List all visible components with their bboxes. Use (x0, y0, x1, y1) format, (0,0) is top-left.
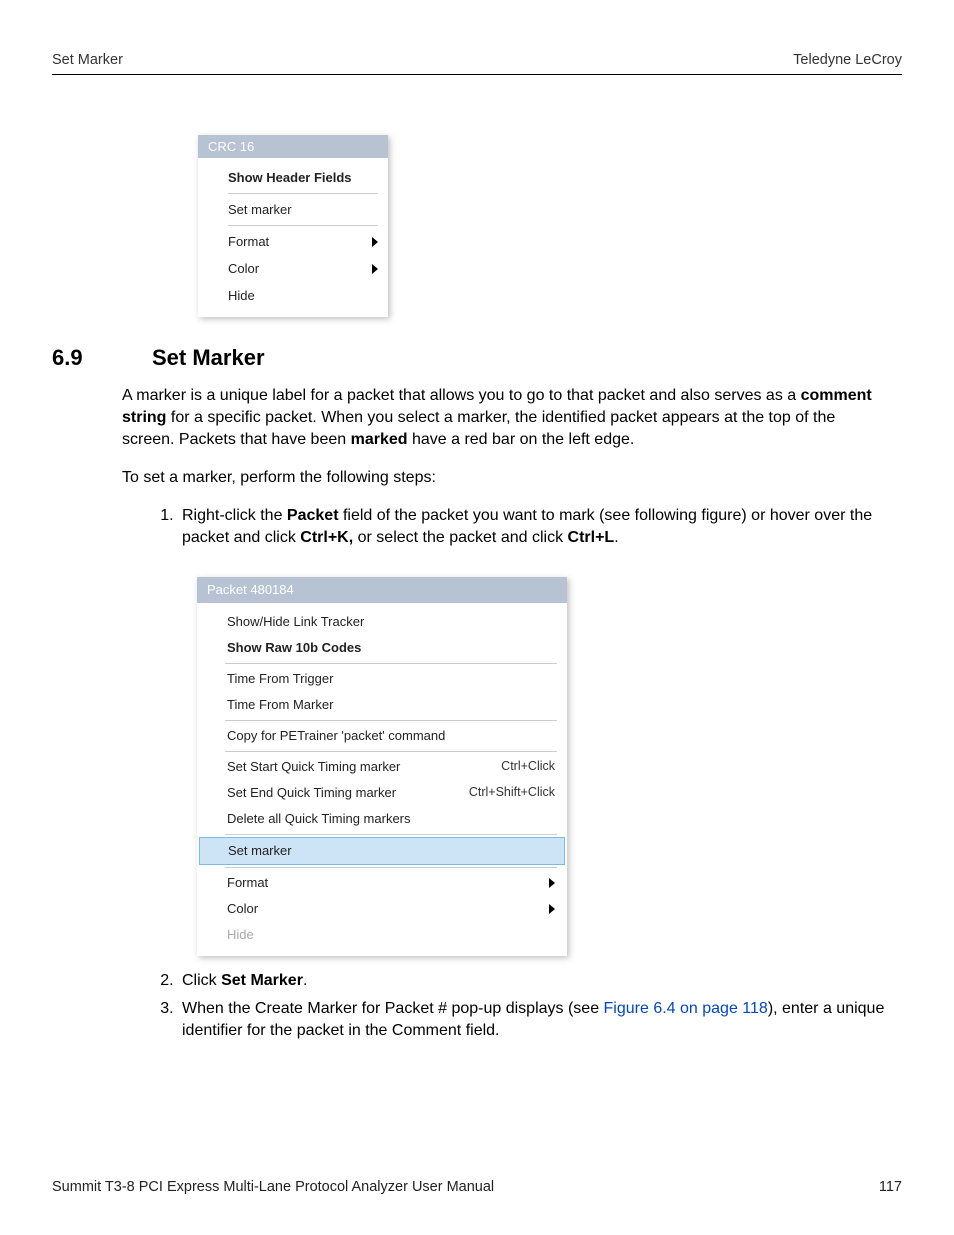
menu-item-label: Copy for PETrainer 'packet' command (227, 727, 445, 745)
menu-item-set-start-quick-timing[interactable]: Set Start Quick Timing marker Ctrl+Click (197, 754, 567, 780)
body-paragraph: To set a marker, perform the following s… (122, 467, 892, 489)
menu-item-label: Set marker (228, 202, 292, 217)
figure-link[interactable]: Figure 6.4 on page 118 (604, 1000, 768, 1017)
menu-item-show-raw-10b-codes[interactable]: Show Raw 10b Codes (197, 635, 567, 661)
steps-list: Right-click the Packet field of the pack… (122, 505, 892, 1042)
text: Click (182, 972, 221, 989)
bold-text: Packet (287, 507, 339, 524)
menu-item-label: Hide (227, 926, 254, 944)
bold-text: Ctrl+K, (300, 529, 353, 546)
menu-item-label: Delete all Quick Timing markers (227, 810, 411, 828)
menu-item-label: Show Raw 10b Codes (227, 639, 361, 657)
menu-item-format[interactable]: Format (197, 870, 567, 896)
menu-item-label: Show Header Fields (228, 170, 352, 185)
bold-text: marked (351, 431, 408, 448)
menu-item-label: Hide (228, 288, 255, 303)
text: When the Create Marker for Packet # pop-… (182, 1000, 604, 1017)
footer-title: Summit T3-8 PCI Express Multi-Lane Proto… (52, 1179, 494, 1195)
header-left: Set Marker (52, 52, 123, 68)
menu-title: CRC 16 (198, 135, 388, 158)
menu-body: Show Header Fields Set marker Format Col… (198, 158, 388, 317)
header-right: Teledyne LeCroy (793, 52, 902, 68)
text: . (614, 529, 618, 546)
menu-item-label: Set Start Quick Timing marker (227, 758, 400, 776)
menu-item-time-from-marker[interactable]: Time From Marker (197, 692, 567, 718)
menu-item-label: Time From Marker (227, 696, 333, 714)
menu-item-format[interactable]: Format (198, 228, 388, 255)
section-title: Set Marker (152, 345, 265, 371)
section-number: 6.9 (52, 345, 122, 371)
chevron-right-icon (372, 237, 378, 247)
menu-item-time-from-trigger[interactable]: Time From Trigger (197, 666, 567, 692)
menu-divider (225, 720, 557, 721)
menu-item-label: Color (227, 900, 258, 918)
menu-item-set-marker-selected[interactable]: Set marker (199, 837, 565, 865)
menu-divider (225, 867, 557, 868)
page-number: 117 (879, 1179, 902, 1195)
menu-item-label: Show/Hide Link Tracker (227, 613, 364, 631)
step-3: When the Create Marker for Packet # pop-… (178, 998, 892, 1042)
menu-item-show-hide-link-tracker[interactable]: Show/Hide Link Tracker (197, 609, 567, 635)
text: have a red bar on the left edge. (408, 431, 635, 448)
menu-item-hide[interactable]: Hide (198, 282, 388, 309)
menu-divider (228, 225, 378, 226)
menu-item-set-marker[interactable]: Set marker (198, 196, 388, 223)
shortcut-text: Ctrl+Click (501, 758, 555, 775)
step-1: Right-click the Packet field of the pack… (178, 505, 892, 955)
menu-divider (225, 663, 557, 664)
menu-title: Packet 480184 (197, 577, 567, 603)
menu-item-hide-disabled: Hide (197, 922, 567, 948)
menu-item-label: Set End Quick Timing marker (227, 784, 396, 802)
shortcut-text: Ctrl+Shift+Click (469, 784, 555, 801)
menu-item-label: Set marker (228, 842, 292, 860)
menu-item-show-header-fields[interactable]: Show Header Fields (198, 164, 388, 191)
step-2: Click Set Marker. (178, 970, 892, 992)
menu-item-set-end-quick-timing[interactable]: Set End Quick Timing marker Ctrl+Shift+C… (197, 780, 567, 806)
page-content: CRC 16 Show Header Fields Set marker For… (52, 135, 902, 1042)
menu-body: Show/Hide Link Tracker Show Raw 10b Code… (197, 603, 567, 955)
menu-item-label: Format (227, 874, 268, 892)
body-paragraph: A marker is a unique label for a packet … (122, 385, 892, 451)
context-menu-packet: Packet 480184 Show/Hide Link Tracker Sho… (197, 577, 567, 955)
bold-text: Ctrl+L (568, 529, 615, 546)
menu-item-label: Color (228, 261, 259, 276)
chevron-right-icon (549, 904, 555, 914)
menu-item-color[interactable]: Color (197, 896, 567, 922)
bold-text: Set Marker (221, 972, 303, 989)
menu-item-delete-all-quick-timing[interactable]: Delete all Quick Timing markers (197, 806, 567, 832)
text: Right-click the (182, 507, 287, 524)
menu-divider (228, 193, 378, 194)
menu-item-color[interactable]: Color (198, 255, 388, 282)
page-header: Set Marker Teledyne LeCroy (52, 52, 902, 75)
menu-item-label: Format (228, 234, 269, 249)
text: A marker is a unique label for a packet … (122, 387, 801, 404)
menu-divider (225, 834, 557, 835)
page-footer: Summit T3-8 PCI Express Multi-Lane Proto… (52, 1179, 902, 1195)
chevron-right-icon (549, 878, 555, 888)
text: . (303, 972, 307, 989)
context-menu-crc16: CRC 16 Show Header Fields Set marker For… (198, 135, 388, 317)
section-heading: 6.9 Set Marker (52, 345, 892, 371)
text: or select the packet and click (353, 529, 567, 546)
menu-item-copy-petrainer[interactable]: Copy for PETrainer 'packet' command (197, 723, 567, 749)
menu-item-label: Time From Trigger (227, 670, 333, 688)
menu-divider (225, 751, 557, 752)
chevron-right-icon (372, 264, 378, 274)
